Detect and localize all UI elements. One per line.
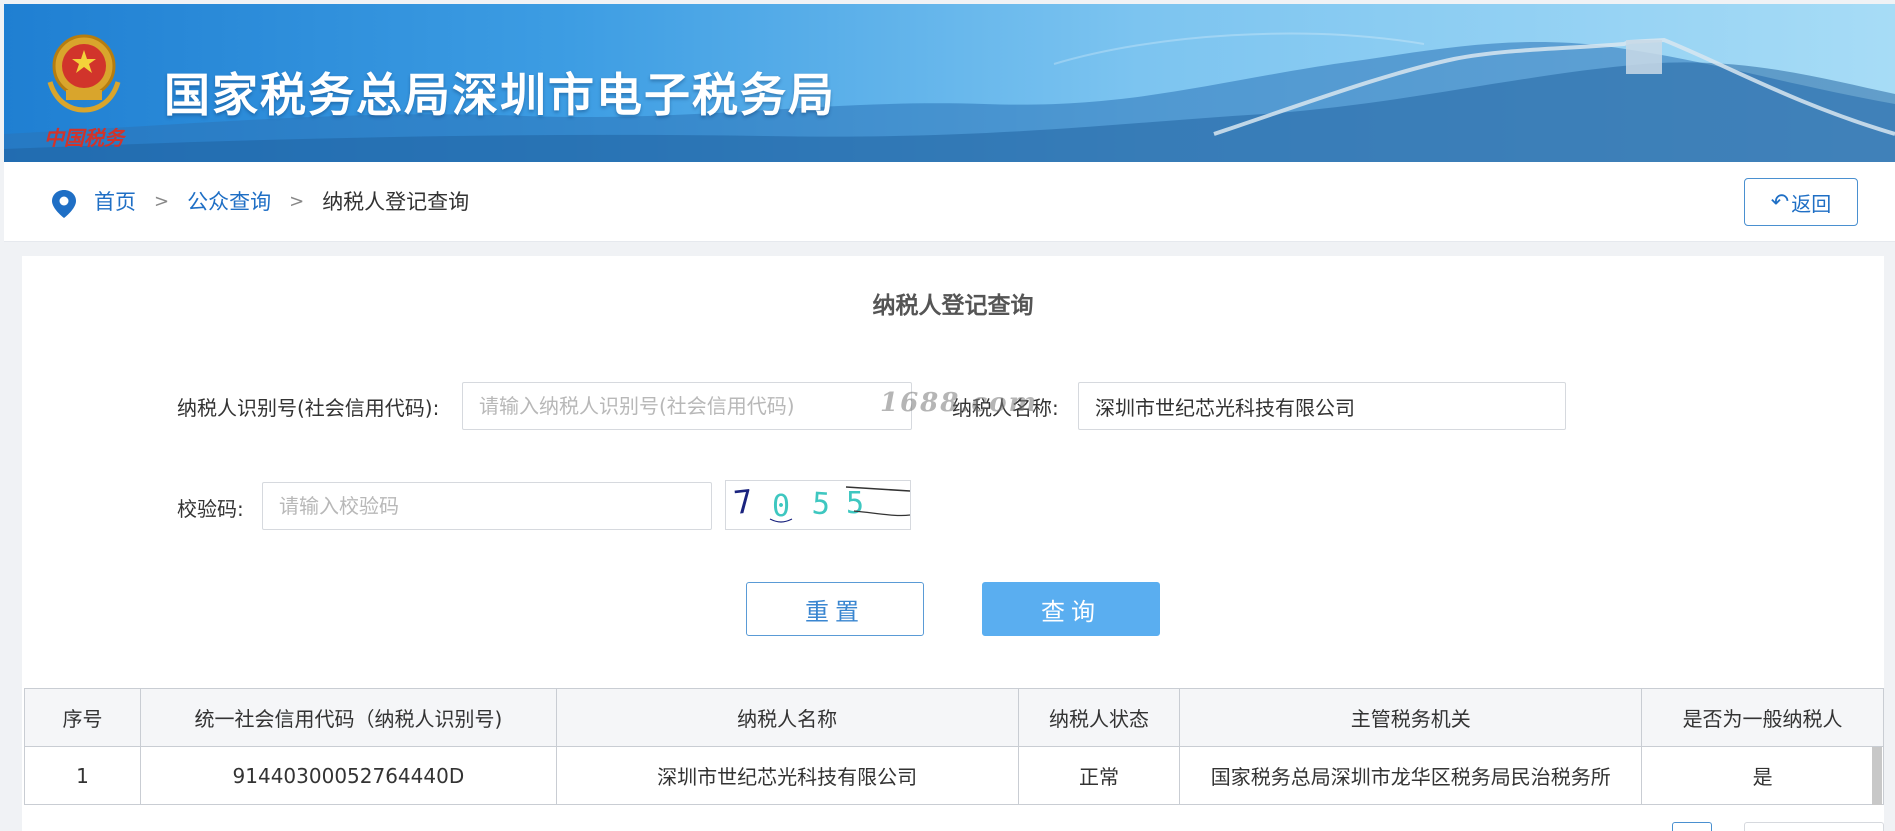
query-button[interactable]: 查询 [982, 582, 1160, 636]
pager-current-page[interactable] [1672, 822, 1712, 831]
cell-tax-authority: 国家税务总局深圳市龙华区税务局民治税务所 [1179, 746, 1643, 805]
site-banner: 中国税务 国家税务总局深圳市电子税务局 [4, 4, 1895, 162]
cell-status: 正常 [1017, 746, 1181, 805]
captcha-graphic: 7 0 5 5 [732, 482, 911, 524]
cell-credit-code: 91440300052764440D [139, 746, 557, 805]
emblem-caption: 中国税务 [44, 126, 124, 150]
breadcrumb: 首页 > 公众查询 > 纳税人登记查询 [94, 186, 469, 216]
table-header-row: 序号 统一社会信用代码（纳税人识别号) 纳税人名称 纳税人状态 主管税务机关 是… [24, 688, 1884, 747]
pager-size-select[interactable] [1744, 822, 1884, 831]
location-pin-icon [52, 190, 76, 218]
breadcrumb-separator: > [154, 190, 170, 212]
result-table: 序号 统一社会信用代码（纳税人识别号) 纳税人名称 纳税人状态 主管税务机关 是… [24, 688, 1884, 805]
page-title: 纳税人登记查询 [872, 293, 1034, 319]
cell-general-taxpayer: 是 [1641, 746, 1884, 805]
site-title: 国家税务总局深圳市电子税务局 [164, 68, 836, 122]
breadcrumb-public-query[interactable]: 公众查询 [187, 186, 271, 216]
verification-code-label: 校验码: [177, 497, 244, 521]
column-header-credit-code: 统一社会信用代码（纳税人识别号) [139, 688, 557, 747]
breadcrumb-home[interactable]: 首页 [94, 186, 136, 216]
column-header-tax-authority: 主管税务机关 [1179, 688, 1643, 747]
back-button-label: 返回 [1791, 191, 1832, 216]
breadcrumb-bar: 首页 > 公众查询 > 纳税人登记查询 ↶ 返回 [4, 162, 1895, 242]
taxpayer-name-input[interactable] [1078, 382, 1566, 430]
table-row: 1 91440300052764440D 深圳市世纪芯光科技有限公司 正常 国家… [24, 746, 1884, 805]
verification-code-input[interactable] [262, 482, 712, 530]
reset-button[interactable]: 重置 [746, 582, 924, 636]
tax-id-input[interactable] [462, 382, 912, 430]
breadcrumb-separator: > [289, 190, 305, 212]
query-panel: 纳税人登记查询 纳税人识别号(社会信用代码): 纳税人名称: 校验码: 7 0 … [22, 256, 1884, 831]
cell-index: 1 [24, 746, 141, 805]
page: 中国税务 国家税务总局深圳市电子税务局 首页 > 公众查询 > 纳税人登记查询 … [0, 0, 1895, 831]
captcha-digit: 7 [732, 482, 755, 522]
tax-id-label: 纳税人识别号(社会信用代码): [177, 396, 440, 420]
captcha-digit: 0 [772, 489, 790, 524]
breadcrumb-current: 纳税人登记查询 [322, 190, 470, 214]
cell-taxpayer-name: 深圳市世纪芯光科技有限公司 [555, 746, 1019, 805]
column-header-status: 纳税人状态 [1017, 688, 1181, 747]
table-scrollbar[interactable] [1872, 747, 1882, 805]
column-header-index: 序号 [24, 688, 141, 747]
back-arrow-icon: ↶ [1770, 189, 1790, 215]
watermark: 1688.com [880, 388, 1039, 418]
column-header-general-taxpayer: 是否为一般纳税人 [1641, 688, 1884, 747]
column-header-taxpayer-name: 纳税人名称 [555, 688, 1019, 747]
captcha-image[interactable]: 7 0 5 5 [725, 480, 911, 530]
captcha-digit: 5 [846, 486, 864, 521]
back-button[interactable]: ↶ 返回 [1744, 178, 1858, 226]
captcha-digit: 5 [811, 486, 831, 522]
